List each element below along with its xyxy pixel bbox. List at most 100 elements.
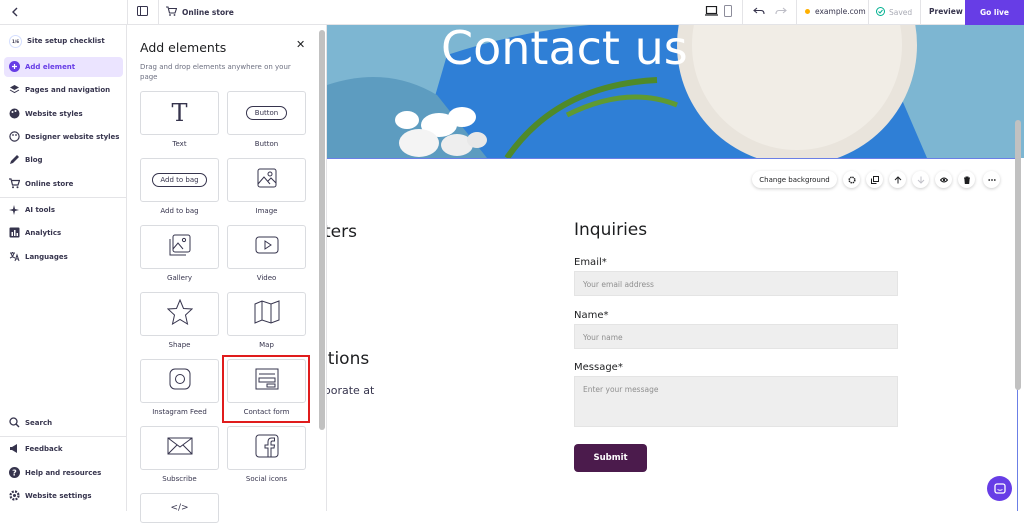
- divider: [742, 0, 743, 25]
- sidebar-item-blog[interactable]: Blog: [4, 150, 123, 170]
- sidebar-item-label: Help and resources: [25, 469, 102, 477]
- domain-link[interactable]: example.com: [805, 7, 866, 16]
- hero-section[interactable]: Contact us: [327, 25, 1024, 158]
- translate-icon: [9, 251, 25, 264]
- more-icon[interactable]: [983, 171, 1000, 188]
- preview-button[interactable]: Preview: [929, 7, 963, 16]
- element-tile-image[interactable]: [227, 158, 306, 202]
- settings-icon[interactable]: [843, 171, 860, 188]
- sidebar-item-setup-checklist[interactable]: 1/6 Site setup checklist: [4, 31, 123, 51]
- sidebar-item-ai-tools[interactable]: AI tools: [4, 200, 123, 220]
- sidebar-item-settings[interactable]: Website settings: [4, 486, 123, 506]
- sidebar-item-label: Analytics: [25, 229, 62, 237]
- palette-icon: [9, 108, 25, 121]
- check-circle-icon: [876, 7, 885, 18]
- sidebar-item-label: Blog: [25, 156, 43, 164]
- element-tile-text[interactable]: T: [140, 91, 219, 135]
- tile-label: Instagram Feed: [152, 408, 207, 416]
- delete-icon[interactable]: [958, 171, 975, 188]
- element-tile-embed[interactable]: </>: [140, 493, 219, 523]
- tile-label: Map: [259, 341, 274, 349]
- panel-scrollbar[interactable]: [319, 30, 325, 430]
- cart-icon: [166, 6, 178, 18]
- element-tile-map[interactable]: [227, 292, 306, 336]
- sidebar-item-label: Website styles: [25, 110, 83, 118]
- sidebar-item-label: Feedback: [25, 445, 63, 453]
- element-tile-shape[interactable]: [140, 292, 219, 336]
- name-field[interactable]: Your name: [574, 324, 898, 349]
- divider: [0, 436, 126, 437]
- sidebar-item-feedback[interactable]: Feedback: [4, 439, 123, 459]
- sidebar-item-label: Pages and navigation: [25, 86, 111, 94]
- element-tile-subscribe[interactable]: [140, 426, 219, 470]
- element-tile-gallery[interactable]: [140, 225, 219, 269]
- redo-icon[interactable]: [775, 7, 787, 15]
- duplicate-icon[interactable]: [866, 171, 883, 188]
- image-icon: [257, 168, 277, 192]
- element-tile-social-icons[interactable]: [227, 426, 306, 470]
- sidebar-item-languages[interactable]: Languages: [4, 247, 123, 267]
- tile-label: Add to bag: [160, 207, 199, 215]
- go-live-button[interactable]: Go live: [965, 0, 1024, 25]
- mobile-view-icon[interactable]: [724, 5, 732, 17]
- left-heading-partial: utions: [327, 349, 370, 369]
- sidebar: 1/6 Site setup checklist Add element Pag…: [0, 25, 127, 511]
- desktop-view-icon[interactable]: [705, 6, 718, 16]
- star-icon: [166, 298, 193, 329]
- bag-preview: Add to bag: [152, 173, 207, 187]
- canvas-scrollbar[interactable]: [1015, 120, 1021, 390]
- element-tile-instagram[interactable]: [140, 359, 219, 403]
- status-dot-icon: [805, 9, 810, 14]
- submit-button[interactable]: Submit: [574, 444, 647, 472]
- megaphone-icon: [9, 443, 25, 456]
- move-up-icon[interactable]: [889, 171, 906, 188]
- sidebar-item-online-store[interactable]: Online store: [4, 174, 123, 194]
- sidebar-item-label: Designer website styles: [25, 133, 120, 141]
- sidebar-item-pages[interactable]: Pages and navigation: [4, 80, 123, 100]
- divider: [127, 0, 128, 25]
- element-tile-video[interactable]: [227, 225, 306, 269]
- sidebar-item-search[interactable]: Search: [4, 413, 123, 433]
- sidebar-item-add-element[interactable]: Add element: [4, 57, 123, 77]
- tile-label: Social icons: [245, 475, 288, 483]
- page-canvas: Contact us Change background rters ution…: [327, 25, 1024, 511]
- progress-ring-icon: 1/6: [9, 34, 22, 48]
- move-down-icon[interactable]: [912, 171, 929, 188]
- sidebar-item-label: AI tools: [25, 206, 55, 214]
- close-icon[interactable]: ✕: [296, 38, 305, 51]
- divider: [796, 0, 797, 25]
- store-selector[interactable]: Online store: [166, 6, 234, 18]
- message-field[interactable]: Enter your message: [574, 376, 898, 427]
- visibility-icon[interactable]: [935, 171, 952, 188]
- tile-label: Shape: [168, 341, 191, 349]
- sidebar-item-analytics[interactable]: Analytics: [4, 223, 123, 243]
- add-elements-panel: Add elements ✕ Drag and drop elements an…: [127, 25, 327, 523]
- layers-icon: [9, 84, 25, 97]
- panel-title: Add elements: [140, 40, 227, 55]
- cart-icon: [9, 177, 25, 191]
- map-icon: [254, 300, 280, 328]
- code-icon: </>: [170, 503, 189, 513]
- sidebar-item-help[interactable]: ? Help and resources: [4, 463, 123, 483]
- facebook-icon: [255, 434, 279, 462]
- svg-text:?: ?: [12, 468, 17, 477]
- element-tile-button[interactable]: Button: [227, 91, 306, 135]
- sidebar-toggle-icon[interactable]: [137, 6, 148, 16]
- chat-bubble-icon[interactable]: [987, 476, 1012, 501]
- domain-text: example.com: [815, 7, 866, 16]
- sidebar-item-designer-styles[interactable]: Designer website styles: [4, 127, 123, 147]
- instagram-icon: [169, 368, 191, 394]
- undo-icon[interactable]: [753, 7, 765, 15]
- sidebar-item-label: Search: [25, 419, 53, 427]
- back-arrow-icon[interactable]: [8, 5, 22, 19]
- divider: [920, 0, 921, 25]
- panel-subtitle: Drag and drop elements anywhere on your …: [140, 63, 291, 81]
- sidebar-item-label: Website settings: [25, 492, 92, 500]
- sidebar-item-website-styles[interactable]: Website styles: [4, 104, 123, 124]
- element-tile-add-to-bag[interactable]: Add to bag: [140, 158, 219, 202]
- email-field[interactable]: Your email address: [574, 271, 898, 296]
- tile-label: Subscribe: [162, 475, 197, 483]
- change-background-button[interactable]: Change background: [752, 171, 837, 188]
- section-outline: [327, 158, 1017, 159]
- video-icon: [255, 236, 279, 258]
